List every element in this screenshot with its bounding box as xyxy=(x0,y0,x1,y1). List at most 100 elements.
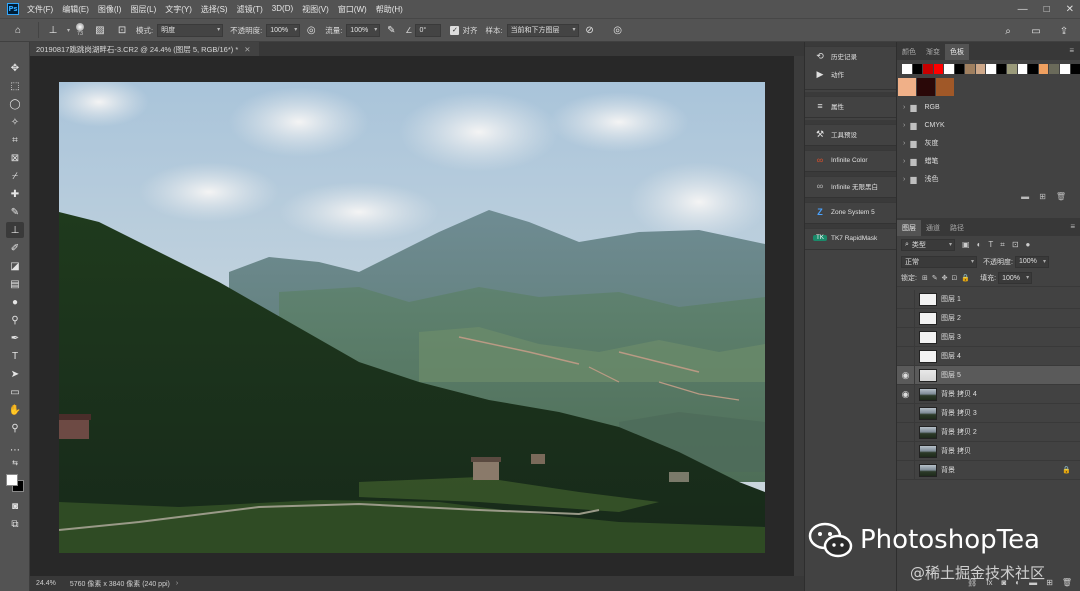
tab-gradient[interactable]: 渐变 xyxy=(921,44,945,60)
pressure-size-icon[interactable]: ◎ xyxy=(610,22,626,38)
layer-row[interactable]: 图层 4 xyxy=(897,346,1080,366)
eye-icon[interactable] xyxy=(897,327,915,347)
eye-icon[interactable] xyxy=(897,308,915,328)
menu-item-4[interactable]: 文字(Y) xyxy=(165,4,192,15)
more-tools-icon[interactable]: ⋯ xyxy=(6,442,24,458)
color-swatch[interactable] xyxy=(1017,64,1028,74)
zoom-tool-icon[interactable]: ⚲ xyxy=(6,420,24,436)
color-swatch[interactable] xyxy=(954,64,965,74)
ignore-adjustment-icon[interactable]: ⊘ xyxy=(582,22,598,38)
filter-type-icon[interactable]: T xyxy=(988,240,993,249)
eye-icon[interactable] xyxy=(897,346,915,366)
layer-opacity-field[interactable]: 100% ▾ xyxy=(1014,255,1049,268)
menu-item-7[interactable]: 3D(D) xyxy=(272,4,293,15)
filter-kind-select[interactable]: ⌕ 类型 ▾ xyxy=(901,238,955,251)
color-swatch[interactable] xyxy=(933,64,944,74)
crop-tool-icon[interactable]: ⌗ xyxy=(6,132,24,148)
recent-color-swatch[interactable] xyxy=(936,78,954,96)
minimize-button[interactable]: — xyxy=(1018,4,1028,15)
menu-item-6[interactable]: 滤镜(T) xyxy=(237,4,263,15)
tab-paths[interactable]: 路径 xyxy=(945,220,969,236)
foreground-color-swatch[interactable] xyxy=(6,474,18,486)
canvas-area[interactable] xyxy=(30,56,794,576)
chevron-right-icon[interactable]: › xyxy=(903,176,905,183)
color-swatch[interactable] xyxy=(1070,64,1080,74)
quick-select-tool-icon[interactable]: ✧ xyxy=(6,114,24,130)
path-select-tool-icon[interactable]: ➤ xyxy=(6,366,24,382)
layer-row[interactable]: 背景 拷贝 3 xyxy=(897,403,1080,423)
trash-icon[interactable]: 🗑 xyxy=(1062,578,1072,587)
panel-history[interactable]: ⟲ 历史记录 xyxy=(805,47,897,65)
swatch-folder[interactable]: › ▆ 灰度 xyxy=(897,134,1080,152)
chevron-right-icon[interactable]: › xyxy=(903,158,905,165)
pressure-opacity-icon[interactable]: ◎ xyxy=(303,22,319,38)
status-menu-icon[interactable]: › xyxy=(176,580,178,587)
menu-item-0[interactable]: 文件(F) xyxy=(27,4,53,15)
clone-stamp-tool-icon[interactable]: ⊥ xyxy=(6,222,24,238)
brush-tool-icon[interactable]: ✎ xyxy=(6,204,24,220)
color-swatch[interactable] xyxy=(1049,64,1059,74)
flow-field[interactable]: 100% ▾ xyxy=(346,23,381,37)
eye-icon[interactable] xyxy=(897,422,915,442)
panel-tool-presets[interactable]: ⚒ 工具预设 xyxy=(805,125,897,143)
eye-icon[interactable]: ◉ xyxy=(897,365,915,385)
screen-mode-icon[interactable]: ⧉ xyxy=(6,516,24,532)
pen-tool-icon[interactable]: ✒ xyxy=(6,330,24,346)
new-swatch-icon[interactable]: ⊞ xyxy=(1039,192,1046,201)
tab-color[interactable]: 颜色 xyxy=(897,44,921,60)
menu-item-3[interactable]: 图层(L) xyxy=(130,4,156,15)
menu-item-1[interactable]: 编辑(E) xyxy=(62,4,89,15)
blend-mode-select[interactable]: 正常 ▾ xyxy=(901,255,977,268)
type-tool-icon[interactable]: T xyxy=(6,348,24,364)
menu-item-2[interactable]: 图像(I) xyxy=(98,4,122,15)
panel-menu-icon[interactable]: ≡ xyxy=(1069,46,1074,55)
clone-stamp-preset-icon[interactable]: ⊥ xyxy=(45,22,61,38)
layers-menu-icon[interactable]: ≡ xyxy=(1070,222,1075,231)
tab-swatches[interactable]: 色板 xyxy=(945,44,969,60)
swatch-folder[interactable]: › ▆ 蜡笔 xyxy=(897,152,1080,170)
new-group-icon[interactable]: ▬ xyxy=(1021,192,1029,201)
hand-tool-icon[interactable]: ✋ xyxy=(6,402,24,418)
layer-row[interactable]: 图层 1 xyxy=(897,289,1080,309)
recent-color-swatch[interactable] xyxy=(898,78,916,96)
color-swatch[interactable] xyxy=(923,64,933,74)
color-swatch[interactable] xyxy=(986,64,996,74)
home-icon[interactable]: ⌂ xyxy=(10,22,26,38)
panel-actions[interactable]: ▶ 动作 xyxy=(805,65,897,83)
airbrush-icon[interactable]: ✎ xyxy=(383,22,399,38)
vertical-scrollbar[interactable] xyxy=(794,56,804,576)
blur-tool-icon[interactable]: ● xyxy=(6,294,24,310)
layer-row[interactable]: 背景 🔒 xyxy=(897,460,1080,480)
move-tool-icon[interactable]: ✥ xyxy=(6,60,24,76)
maximize-button[interactable]: □ xyxy=(1044,4,1050,15)
brush-settings-icon[interactable]: ▨ xyxy=(92,22,108,38)
layer-row[interactable]: 图层 3 xyxy=(897,327,1080,347)
menu-item-10[interactable]: 帮助(H) xyxy=(376,4,403,15)
eye-icon[interactable] xyxy=(897,403,915,423)
eye-icon[interactable] xyxy=(897,289,915,309)
marquee-tool-icon[interactable]: ⬚ xyxy=(6,78,24,94)
menu-item-9[interactable]: 窗口(W) xyxy=(338,4,367,15)
document-tab[interactable]: 20190817跳跳岗湖畔石-3.CR2 @ 24.4% (图层 5, RGB/… xyxy=(30,42,259,56)
panel-tk7[interactable]: TK TK7 RapidMask xyxy=(805,229,897,247)
lock-icons[interactable]: ⊞✎✥⊡🔒 xyxy=(922,274,974,282)
new-layer-icon[interactable]: ⊞ xyxy=(1046,578,1053,587)
eye-icon[interactable] xyxy=(897,460,915,480)
filter-smart-object-icon[interactable]: ⊡ xyxy=(1012,240,1019,249)
delete-icon[interactable]: 🗑 xyxy=(1056,192,1066,201)
chevron-right-icon[interactable]: › xyxy=(903,104,905,111)
eye-icon[interactable] xyxy=(897,441,915,461)
opacity-field[interactable]: 100% ▾ xyxy=(266,23,301,37)
layer-row[interactable]: 背景 拷贝 2 xyxy=(897,422,1080,442)
swatch-folder[interactable]: › ▆ CMYK xyxy=(897,116,1080,134)
layer-row[interactable]: 图层 2 xyxy=(897,308,1080,328)
recent-color-swatch[interactable] xyxy=(917,78,935,96)
eye-icon[interactable]: ◉ xyxy=(897,384,915,404)
workspace-icon[interactable]: ▭ xyxy=(1028,23,1044,39)
swatch-folder[interactable]: › ▆ 浅色 xyxy=(897,170,1080,188)
filter-pixel-icon[interactable]: ▣ xyxy=(962,240,970,249)
chevron-right-icon[interactable]: › xyxy=(903,122,905,129)
color-swatch[interactable] xyxy=(975,64,986,74)
color-swatch[interactable] xyxy=(1059,64,1070,74)
layer-row[interactable]: ◉ 背景 拷贝 4 xyxy=(897,384,1080,404)
